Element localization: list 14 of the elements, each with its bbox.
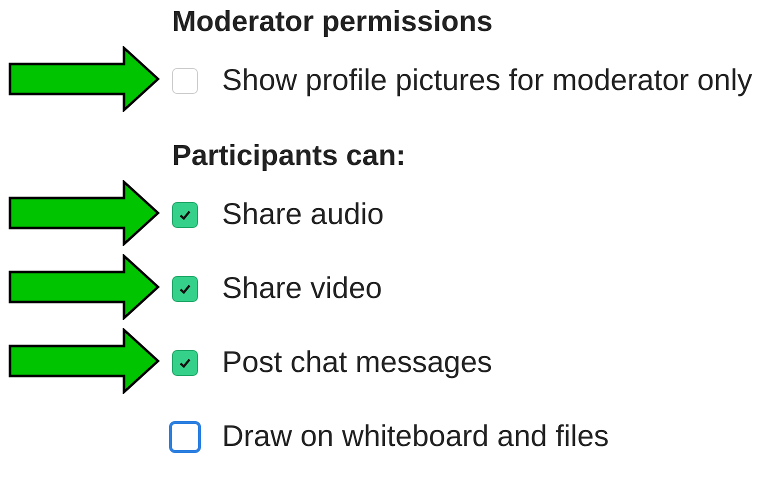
checkbox-label: Show profile pictures for moderator only [222, 64, 754, 98]
checkbox[interactable] [172, 276, 198, 302]
checkbox-label: Share video [222, 272, 384, 306]
checkbox[interactable] [172, 202, 198, 228]
checkbox-label: Post chat messages [222, 346, 494, 380]
checkbox-label: Draw on whiteboard and files [222, 420, 610, 454]
check-icon [178, 282, 192, 296]
checkbox[interactable] [169, 421, 201, 453]
check-icon [178, 208, 192, 222]
checkbox[interactable] [172, 350, 198, 376]
check-icon [178, 356, 192, 370]
section-heading: Participants can: [172, 140, 406, 172]
checkbox-label: Share audio [222, 198, 385, 232]
section-heading: Moderator permissions [172, 6, 493, 38]
